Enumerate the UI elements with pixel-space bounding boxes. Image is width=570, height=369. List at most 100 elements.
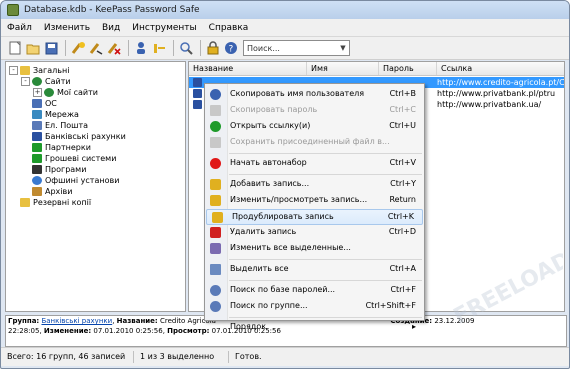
save-icon[interactable] (43, 40, 59, 56)
menu-file[interactable]: Файл (1, 23, 38, 33)
context-menu-item: Скопировать пароль Ctrl+C (205, 103, 424, 117)
menu-item-shortcut: Ctrl+U (389, 121, 416, 130)
menu-item-label: Порядок (230, 322, 267, 331)
tree-item[interactable]: ОС (21, 98, 57, 109)
tree-item[interactable]: Мережа (21, 109, 79, 120)
menu-item-label: Удалить запись (230, 227, 297, 236)
menu-item-shortcut: Ctrl+Shift+F (365, 301, 416, 310)
column-header-password[interactable]: Пароль (379, 62, 437, 75)
menu-item-shortcut: Ctrl+Y (390, 179, 416, 188)
lock-icon[interactable] (205, 40, 221, 56)
toolbar: ? Поиск... ▼ (1, 37, 569, 60)
context-menu-item[interactable]: Удалить запись Ctrl+D (205, 225, 424, 239)
menu-item-shortcut: Ctrl+V (389, 158, 416, 167)
terminal-icon (32, 165, 42, 174)
tree-item[interactable]: - Загальні (9, 65, 69, 76)
tree-item-label: Партнерки (45, 143, 91, 152)
context-menu-item[interactable]: Изменить/просмотреть запись... Return (205, 193, 424, 207)
find-icon[interactable] (178, 40, 194, 56)
info-group-label: Группа: (8, 317, 40, 325)
tree-item[interactable]: Офшині установи (21, 175, 119, 186)
context-menu-item[interactable]: Изменить все выделенные... (205, 241, 424, 255)
menu-separator (229, 259, 422, 260)
tree-item[interactable]: Програми (21, 164, 86, 175)
context-menu-item[interactable]: Продублировать запись Ctrl+K (206, 209, 423, 225)
menu-help[interactable]: Справка (203, 23, 255, 33)
menu-item-label: Добавить запись... (230, 179, 310, 188)
copy-user-icon[interactable] (133, 40, 149, 56)
context-menu-item[interactable]: Выделить все Ctrl+A (205, 262, 424, 276)
delete-entry-icon[interactable] (106, 40, 122, 56)
group-tree[interactable]: - Загальні - Сайти + Мої сайти ОС Мережа Ел. Пош… (5, 61, 186, 312)
menu-edit[interactable]: Изменить (38, 23, 96, 33)
tree-item[interactable]: Архіви (21, 186, 72, 197)
info-created-value: 23.12.2009 (434, 317, 475, 325)
select-all-icon (210, 264, 221, 275)
context-menu-item[interactable]: Порядок ▸ (205, 320, 424, 334)
column-header-url[interactable]: Ссылка (437, 62, 564, 75)
menu-item-shortcut: Ctrl+D (388, 227, 416, 236)
menu-item-shortcut: Ctrl+A (389, 264, 416, 273)
tree-item-label: Резервні копії (33, 198, 92, 207)
open-icon[interactable] (25, 40, 41, 56)
context-menu-item[interactable]: Скопировать имя пользователя Ctrl+B (205, 87, 424, 101)
menu-view[interactable]: Вид (96, 23, 126, 33)
menu-item-label: Сохранить присоединенный файл в... (230, 137, 390, 146)
open-link-icon (210, 121, 221, 132)
user-copy-icon (210, 89, 221, 100)
collapse-icon[interactable]: - (9, 66, 18, 75)
add-entry-icon (210, 179, 221, 190)
expand-icon[interactable]: + (33, 88, 42, 97)
tree-item-label: Банківські рахунки (45, 132, 126, 141)
menu-item-shortcut: Ctrl+B (389, 89, 416, 98)
edit-all-icon (210, 243, 221, 254)
edit-entry-icon[interactable] (88, 40, 104, 56)
context-menu-item[interactable]: Поиск по группе... Ctrl+Shift+F (205, 299, 424, 313)
tree-item-label: Мережа (45, 110, 79, 119)
globe-icon (32, 176, 42, 185)
context-menu-item[interactable]: Начать автонабор Ctrl+V (205, 156, 424, 170)
column-header-title[interactable]: Название (189, 62, 307, 75)
tree-item[interactable]: Партнерки (21, 142, 91, 153)
menu-separator (229, 174, 422, 175)
app-window: Database.kdb - KeePass Password Safe Фай… (0, 0, 570, 369)
toolbar-separator (173, 40, 174, 56)
window-title: Database.kdb - KeePass Password Safe (24, 5, 200, 15)
column-header-user[interactable]: Имя (307, 62, 379, 75)
menu-tools[interactable]: Инструменты (126, 23, 202, 33)
search-input[interactable]: Поиск... ▼ (243, 40, 350, 56)
new-db-icon[interactable] (7, 40, 23, 56)
context-menu-item[interactable]: Поиск по базе паролей... Ctrl+F (205, 283, 424, 297)
status-selection: 1 из 3 выделенно (134, 351, 229, 363)
info-group-link[interactable]: Банківські рахунки (41, 317, 112, 325)
tree-item[interactable]: - Сайти (21, 76, 71, 87)
add-entry-icon[interactable] (70, 40, 86, 56)
collapse-icon[interactable]: - (21, 77, 30, 86)
tree-item[interactable]: Резервні копії (9, 197, 91, 208)
status-state: Готов. (235, 352, 262, 361)
copy-password-icon[interactable] (151, 40, 167, 56)
tree-item[interactable]: Грошеві системи (21, 153, 116, 164)
menu-item-label: Выделить все (230, 264, 289, 273)
chevron-down-icon[interactable]: ▼ (337, 41, 349, 55)
list-header: Название Имя Пароль Ссылка (189, 62, 564, 76)
menu-item-shortcut: Ctrl+F (390, 285, 416, 294)
attachment-icon (210, 137, 221, 148)
web-icon (32, 77, 42, 86)
menu-item-label: Скопировать имя пользователя (230, 89, 365, 98)
help-icon[interactable]: ? (223, 40, 239, 56)
title-bar[interactable]: Database.kdb - KeePass Password Safe (1, 1, 569, 19)
tree-item[interactable]: Банківські рахунки (21, 131, 126, 142)
tree-item-label: Архіви (45, 187, 73, 196)
tree-item[interactable]: + Мої сайти (33, 87, 98, 98)
edit-entry-icon (210, 195, 221, 206)
menu-separator (229, 280, 422, 281)
tree-item[interactable]: Ел. Пошта (21, 120, 88, 131)
context-menu-item: Сохранить присоединенный файл в... (205, 135, 424, 149)
context-menu-item[interactable]: Открыть ссылку(и) Ctrl+U (205, 119, 424, 133)
percent-icon (193, 89, 202, 98)
context-menu-item[interactable]: Добавить запись... Ctrl+Y (205, 177, 424, 191)
mail-icon (32, 121, 42, 130)
menu-item-label: Продублировать запись (232, 212, 334, 221)
menu-item-shortcut: Return (389, 195, 416, 204)
